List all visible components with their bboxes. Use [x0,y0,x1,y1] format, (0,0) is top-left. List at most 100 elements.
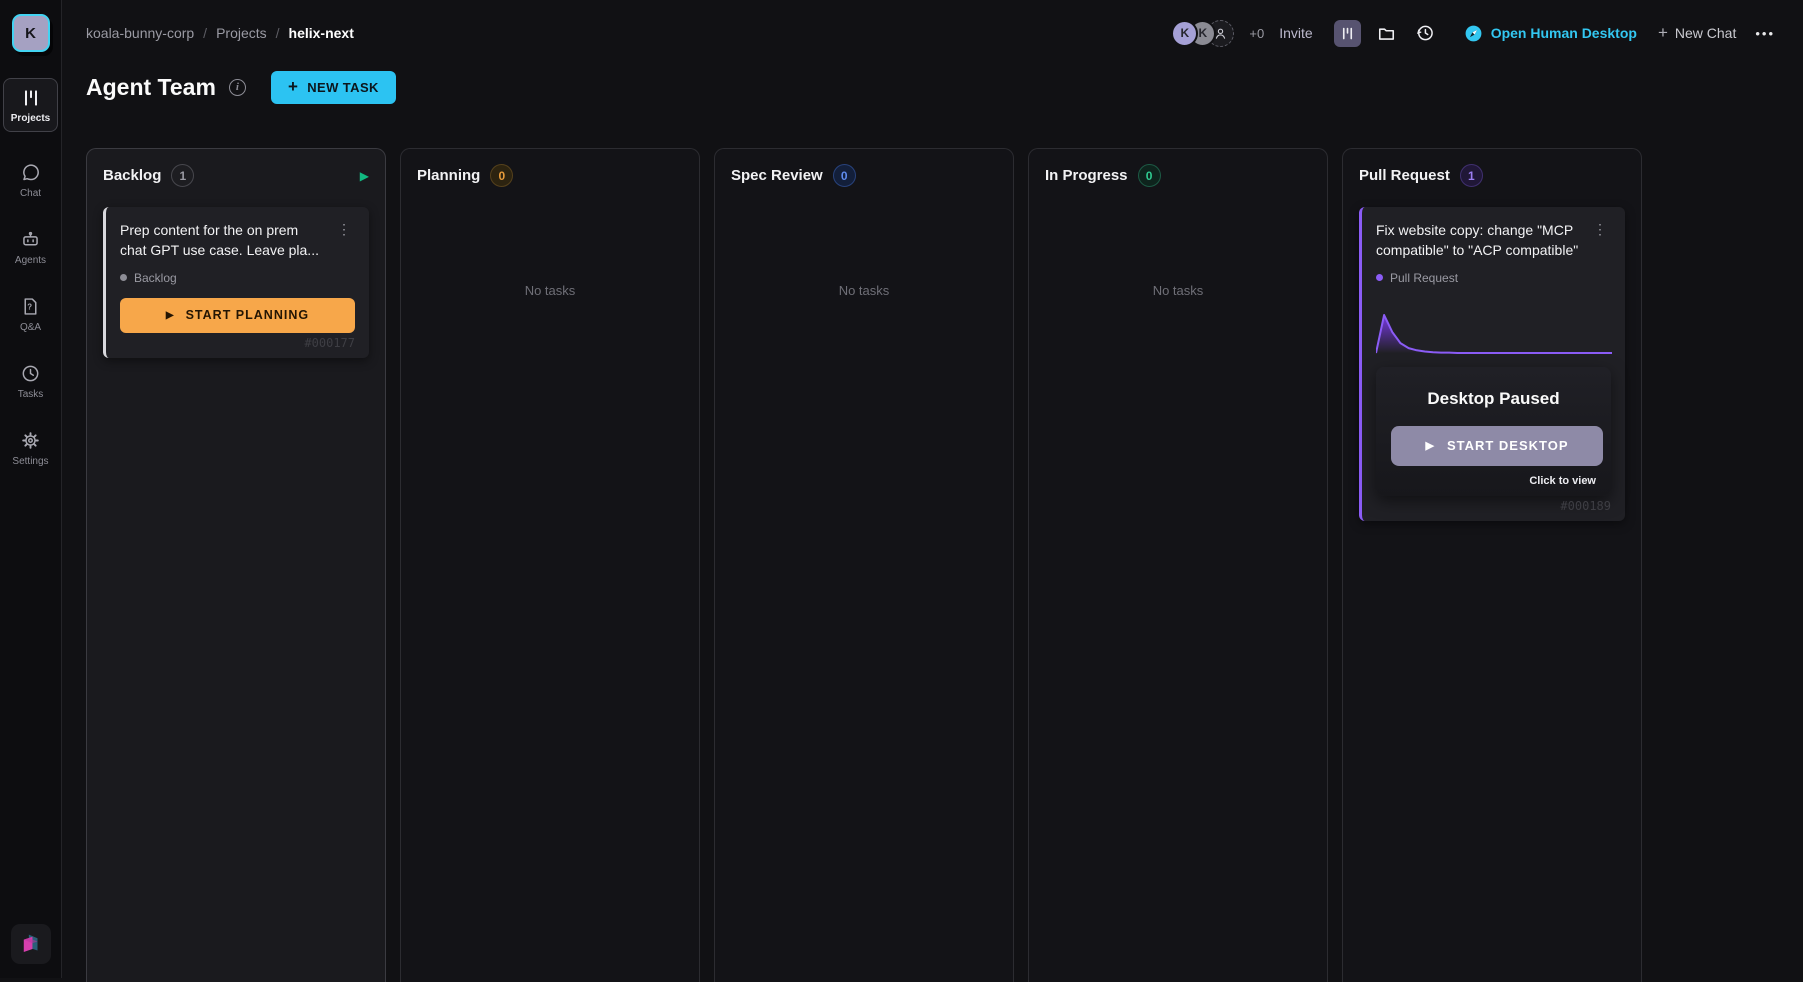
folder-icon [1377,24,1396,43]
sidebar-item-tasks[interactable]: Tasks [18,363,44,400]
sidebar: K Projects Chat [0,0,62,978]
sidebar-item-chat[interactable]: Chat [20,162,41,199]
run-column-button[interactable]: ▶ [360,170,369,182]
start-desktop-button[interactable]: ▶ START DESKTOP [1391,426,1603,466]
status-label: Backlog [134,271,177,285]
avatar-group: K K [1171,20,1234,47]
column-title: Spec Review [731,167,823,184]
start-planning-label: START PLANNING [186,308,310,322]
task-card-backlog[interactable]: Prep content for the on prem chat GPT us… [103,207,369,358]
sidebar-item-agents[interactable]: Agents [15,229,46,266]
info-icon[interactable]: i [229,79,246,96]
kebab-menu-icon[interactable]: ⋮ [1589,220,1611,239]
new-task-button[interactable]: + NEW TASK [271,71,396,104]
task-title: Prep content for the on prem chat GPT us… [120,220,325,261]
play-icon: ▶ [1425,439,1434,452]
kanban-icon [1340,26,1355,41]
new-chat-label: New Chat [1675,25,1736,41]
main-content: koala-bunny-corp / Projects / helix-next… [62,0,1803,978]
question-doc-icon: ? [20,296,41,317]
sidebar-item-label: Chat [20,188,41,199]
breadcrumb-projects[interactable]: Projects [216,25,267,41]
new-task-label: NEW TASK [307,80,379,95]
gear-icon [20,430,41,451]
sidebar-item-label: Q&A [20,322,41,333]
invite-button[interactable]: Invite [1279,25,1312,41]
breadcrumb-separator: / [203,25,207,41]
task-id: #000189 [1376,499,1611,513]
sidebar-item-label: Settings [12,456,48,467]
click-to-view-hint: Click to view [1391,475,1596,487]
column-count-badge: 1 [1460,164,1483,187]
start-desktop-label: START DESKTOP [1447,438,1569,453]
avatar[interactable]: K [1171,20,1198,47]
breadcrumb-separator: / [276,25,280,41]
kanban-board: Backlog 1 ▶ Prep content for the on prem… [86,148,1779,982]
sidebar-item-settings[interactable]: Settings [12,430,48,467]
column-header: Planning 0 [417,164,683,187]
desktop-preview-panel[interactable]: Desktop Paused ▶ START DESKTOP Click to … [1376,367,1611,496]
column-title: Backlog [103,167,161,184]
column-title: Planning [417,167,480,184]
plus-icon: + [288,77,298,97]
column-header: In Progress 0 [1045,164,1311,187]
start-planning-button[interactable]: ▶ START PLANNING [120,298,355,333]
workspace-logo[interactable]: K [12,14,50,52]
chat-bubble-icon [20,162,41,183]
task-status-tag: Pull Request [1376,271,1611,285]
more-menu-button[interactable]: ••• [1751,26,1779,41]
status-label: Pull Request [1390,271,1458,285]
empty-column-label: No tasks [731,283,997,298]
history-view-button[interactable] [1412,20,1439,47]
svg-text:?: ? [27,303,32,312]
page-header: Agent Team i + NEW TASK [86,68,1779,106]
empty-column-label: No tasks [1045,283,1311,298]
new-chat-button[interactable]: + New Chat [1658,23,1736,43]
open-human-desktop-button[interactable]: Open Human Desktop [1464,24,1637,43]
task-title: Fix website copy: change "MCP compatible… [1376,220,1581,261]
column-in-progress: In Progress 0 No tasks [1028,148,1328,982]
column-header: Pull Request 1 [1359,164,1625,187]
robot-icon [20,229,41,250]
column-count-badge: 0 [833,164,856,187]
column-title: In Progress [1045,167,1128,184]
sidebar-item-label: Agents [15,255,46,266]
column-header: Spec Review 0 [731,164,997,187]
status-dot [120,274,127,281]
column-count-badge: 0 [490,164,513,187]
clock-icon [20,363,41,384]
task-id: #000177 [120,336,355,350]
compass-icon [1464,24,1483,43]
sidebar-item-qa[interactable]: ? Q&A [20,296,41,333]
play-icon: ▶ [166,310,175,321]
extra-members-count: +0 [1249,26,1264,41]
breadcrumb-org[interactable]: koala-bunny-corp [86,25,194,41]
column-spec-review: Spec Review 0 No tasks [714,148,1014,982]
column-count-badge: 0 [1138,164,1161,187]
column-title: Pull Request [1359,167,1450,184]
breadcrumb: koala-bunny-corp / Projects / helix-next [86,25,354,41]
task-status-tag: Backlog [120,271,355,285]
topbar: koala-bunny-corp / Projects / helix-next… [86,18,1779,48]
sidebar-item-label: Tasks [18,389,44,400]
sidebar-item-label: Projects [11,113,50,124]
desktop-paused-title: Desktop Paused [1391,389,1596,409]
sidebar-item-projects[interactable]: Projects [3,78,58,132]
column-pull-request: Pull Request 1 Fix website copy: change … [1342,148,1642,982]
task-card-pull-request[interactable]: Fix website copy: change "MCP compatible… [1359,207,1625,521]
status-dot [1376,274,1383,281]
view-switcher [1334,20,1439,47]
app-logo[interactable] [11,924,51,964]
open-human-desktop-label: Open Human Desktop [1491,25,1637,41]
board-view-button[interactable] [1334,20,1361,47]
history-icon [1415,23,1435,43]
plus-icon: + [1658,23,1668,43]
files-view-button[interactable] [1373,20,1400,47]
column-header: Backlog 1 ▶ [103,164,369,187]
empty-column-label: No tasks [417,283,683,298]
page-title: Agent Team [86,74,216,101]
sidebar-nav: Projects Chat Agents [0,52,61,467]
kanban-icon [21,88,41,108]
column-backlog: Backlog 1 ▶ Prep content for the on prem… [86,148,386,982]
kebab-menu-icon[interactable]: ⋮ [333,220,355,239]
